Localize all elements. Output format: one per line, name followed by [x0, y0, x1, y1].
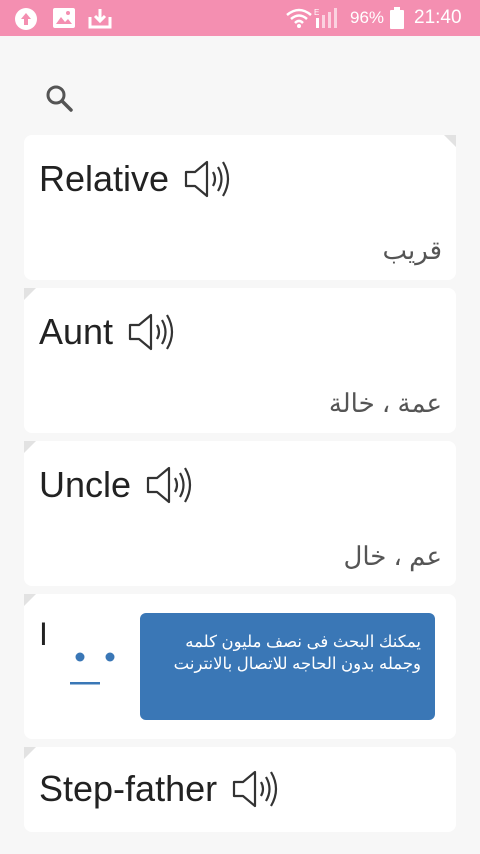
- word-card[interactable]: Uncle عم ، خال: [24, 441, 456, 586]
- card-notch: [24, 288, 36, 300]
- word-text: Step-father: [39, 768, 218, 809]
- search-icon[interactable]: [44, 83, 74, 113]
- word-row: I: [39, 616, 48, 653]
- signal-icon: E: [314, 8, 337, 28]
- loading-indicator: [70, 652, 115, 685]
- image-icon: [53, 8, 75, 28]
- word-row: Step-father: [39, 767, 281, 811]
- word-row: Relative: [39, 157, 233, 201]
- card-notch: [24, 594, 36, 606]
- word-row: Aunt: [39, 310, 177, 354]
- speaker-icon[interactable]: [127, 310, 177, 354]
- status-bar: E 96% 21:40: [0, 0, 480, 36]
- wifi-icon: [286, 8, 312, 28]
- word-card[interactable]: Relative قريب: [24, 135, 456, 280]
- speaker-icon[interactable]: [231, 767, 281, 811]
- word-text: Relative: [39, 158, 170, 199]
- clock: 21:40: [414, 7, 462, 28]
- svg-text:E: E: [314, 8, 319, 17]
- word-card[interactable]: Step-father: [24, 747, 456, 832]
- upload-icon: [15, 8, 37, 30]
- word-text: Uncle: [39, 464, 132, 505]
- word-text: I: [39, 616, 48, 652]
- card-notch: [444, 135, 456, 147]
- meaning-text: قريب: [382, 235, 442, 265]
- word-text: Aunt: [39, 311, 114, 352]
- meaning-text: عمة ، خالة: [328, 388, 442, 418]
- meaning-text: عم ، خال: [343, 541, 442, 571]
- word-row: Uncle: [39, 463, 195, 507]
- card-notch: [24, 747, 36, 759]
- word-card[interactable]: Aunt عمة ، خالة: [24, 288, 456, 433]
- battery-icon: [390, 7, 404, 29]
- battery-percent: 96%: [350, 8, 385, 27]
- offline-tip-tooltip[interactable]: يمكنك البحث فى نصف مليون كلمه وجمله بدون…: [140, 613, 435, 720]
- card-notch: [24, 441, 36, 453]
- download-icon: [88, 9, 112, 29]
- speaker-icon[interactable]: [145, 463, 195, 507]
- tooltip-text: يمكنك البحث فى نصف مليون كلمه وجمله بدون…: [173, 633, 421, 673]
- speaker-icon[interactable]: [183, 157, 233, 201]
